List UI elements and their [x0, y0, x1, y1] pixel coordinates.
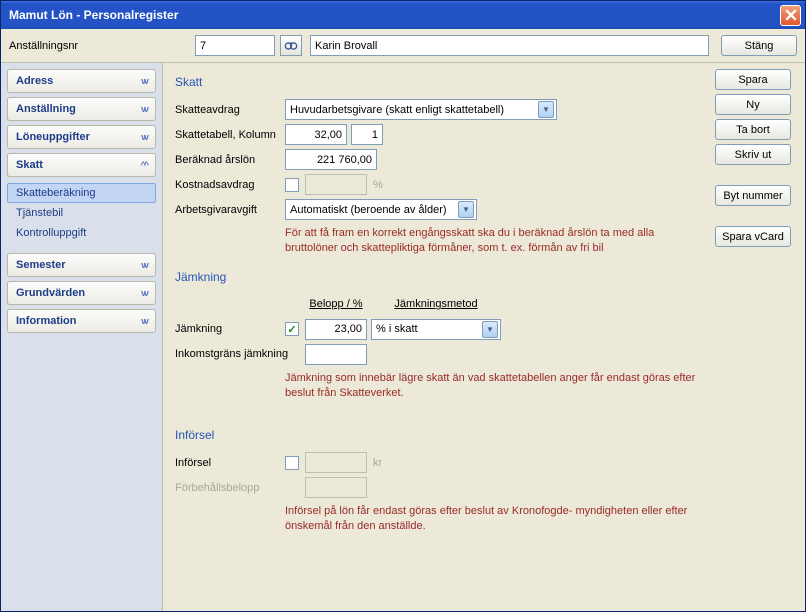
inkomstgrans-label: Inkomstgräns jämkning	[175, 348, 305, 360]
print-button[interactable]: Skriv ut	[715, 144, 791, 165]
dropdown-icon: ▼	[458, 201, 474, 218]
chevron-down-icon: vv	[141, 260, 147, 270]
jamkning-belopp-input[interactable]	[305, 319, 367, 340]
nav-label: Anställning	[16, 103, 76, 115]
kostnadsavdrag-checkbox[interactable]	[285, 178, 299, 192]
section-inforsel-title: Införsel	[175, 428, 703, 442]
content-panel: Skatt Skatteavdrag Huvudarbetsgivare (sk…	[163, 63, 715, 611]
chevron-up-icon: ^^	[140, 160, 147, 170]
chevron-down-icon: vv	[141, 76, 147, 86]
nav-skatt-children: Skatteberäkning Tjänstebil Kontrolluppgi…	[7, 181, 156, 249]
skattetabell-input[interactable]	[285, 124, 347, 145]
inforsel-input	[305, 452, 367, 473]
nav-label: Grundvärden	[16, 287, 85, 299]
col-metod: Jämkningsmetod	[371, 298, 501, 310]
beraknad-label: Beräknad årslön	[175, 154, 285, 166]
jamkning-label: Jämkning	[175, 323, 285, 335]
close-button[interactable]: Stäng	[721, 35, 797, 56]
subnav-tjanstebil[interactable]: Tjänstebil	[7, 203, 156, 223]
nav-adress[interactable]: Adress vv	[7, 69, 156, 93]
save-vcard-button[interactable]: Spara vCard	[715, 226, 791, 247]
employee-name-input[interactable]	[310, 35, 709, 56]
binoculars-icon	[284, 39, 298, 53]
inforsel-checkbox[interactable]	[285, 456, 299, 470]
kostnadsavdrag-label: Kostnadsavdrag	[175, 179, 285, 191]
skattetabell-label: Skattetabell, Kolumn	[175, 129, 285, 141]
section-skatt-title: Skatt	[175, 75, 703, 89]
delete-button[interactable]: Ta bort	[715, 119, 791, 140]
forbehall-label: Förbehållsbelopp	[175, 482, 285, 494]
sidebar: Adress vv Anställning vv Löneuppgifter vv S…	[1, 63, 163, 611]
arbetsgivaravgift-label: Arbetsgivaravgift	[175, 204, 285, 216]
dropdown-icon: ▼	[538, 101, 554, 118]
save-button[interactable]: Spara	[715, 69, 791, 90]
change-number-button[interactable]: Byt nummer	[715, 185, 791, 206]
nav-label: Semester	[16, 259, 66, 271]
forbehall-input	[305, 477, 367, 498]
body: Adress vv Anställning vv Löneuppgifter vv S…	[1, 63, 805, 611]
nav-information[interactable]: Information vv	[7, 309, 156, 333]
arbetsgivaravgift-select[interactable]: Automatiskt (beroende av ålder) ▼	[285, 199, 477, 220]
nav-label: Information	[16, 315, 77, 327]
skatteavdrag-label: Skatteavdrag	[175, 104, 285, 116]
id-label: Anställningsnr	[9, 40, 189, 52]
skatteavdrag-select[interactable]: Huvudarbetsgivare (skatt enligt skatteta…	[285, 99, 557, 120]
chevron-down-icon: vv	[141, 132, 147, 142]
jamkning-checkbox[interactable]	[285, 322, 299, 336]
jamkning-info-text: Jämkning som innebär lägre skatt än vad …	[285, 369, 703, 411]
nav-skatt[interactable]: Skatt ^^	[7, 153, 156, 177]
nav-loneuppgifter[interactable]: Löneuppgifter vv	[7, 125, 156, 149]
col-belopp: Belopp / %	[305, 298, 367, 310]
nav-grundvarden[interactable]: Grundvärden vv	[7, 281, 156, 305]
kostnadsavdrag-input	[305, 174, 367, 195]
kolumn-input[interactable]	[351, 124, 383, 145]
window-title: Mamut Lön - Personalregister	[5, 8, 780, 22]
new-button[interactable]: Ny	[715, 94, 791, 115]
nav-semester[interactable]: Semester vv	[7, 253, 156, 277]
toolbar: Anställningsnr Stäng	[1, 29, 805, 63]
employment-id-input[interactable]	[195, 35, 275, 56]
inforsel-info-text: Införsel på lön får endast göras efter b…	[285, 502, 703, 544]
nav-label: Skatt	[16, 159, 43, 171]
close-icon	[785, 9, 797, 21]
chevron-down-icon: vv	[141, 104, 147, 114]
skatt-info-text: För att få fram en korrekt engångsskatt …	[285, 224, 703, 266]
app-window: Mamut Lön - Personalregister Anställning…	[0, 0, 806, 612]
subnav-skatteberakning[interactable]: Skatteberäkning	[7, 183, 156, 203]
beraknad-arslon-input[interactable]	[285, 149, 377, 170]
nav-label: Löneuppgifter	[16, 131, 90, 143]
window-close-button[interactable]	[780, 5, 801, 26]
subnav-kontrolluppgift[interactable]: Kontrolluppgift	[7, 223, 156, 243]
lookup-button[interactable]	[280, 35, 302, 56]
right-button-panel: Spara Ny Ta bort Skriv ut Byt nummer Spa…	[715, 63, 805, 611]
percent-unit: %	[373, 179, 383, 191]
chevron-down-icon: vv	[141, 316, 147, 326]
inkomstgrans-input[interactable]	[305, 344, 367, 365]
titlebar: Mamut Lön - Personalregister	[1, 1, 805, 29]
nav-label: Adress	[16, 75, 53, 87]
jamkningsmetod-value: % i skatt	[376, 323, 418, 335]
inforsel-label: Införsel	[175, 457, 285, 469]
skatteavdrag-value: Huvudarbetsgivare (skatt enligt skatteta…	[290, 104, 504, 116]
jamkningsmetod-select[interactable]: % i skatt ▼	[371, 319, 501, 340]
nav-anstallning[interactable]: Anställning vv	[7, 97, 156, 121]
section-jamkning-title: Jämkning	[175, 270, 703, 284]
kr-unit: kr	[373, 457, 382, 469]
dropdown-icon: ▼	[482, 321, 498, 338]
arbetsgivaravgift-value: Automatiskt (beroende av ålder)	[290, 204, 447, 216]
chevron-down-icon: vv	[141, 288, 147, 298]
